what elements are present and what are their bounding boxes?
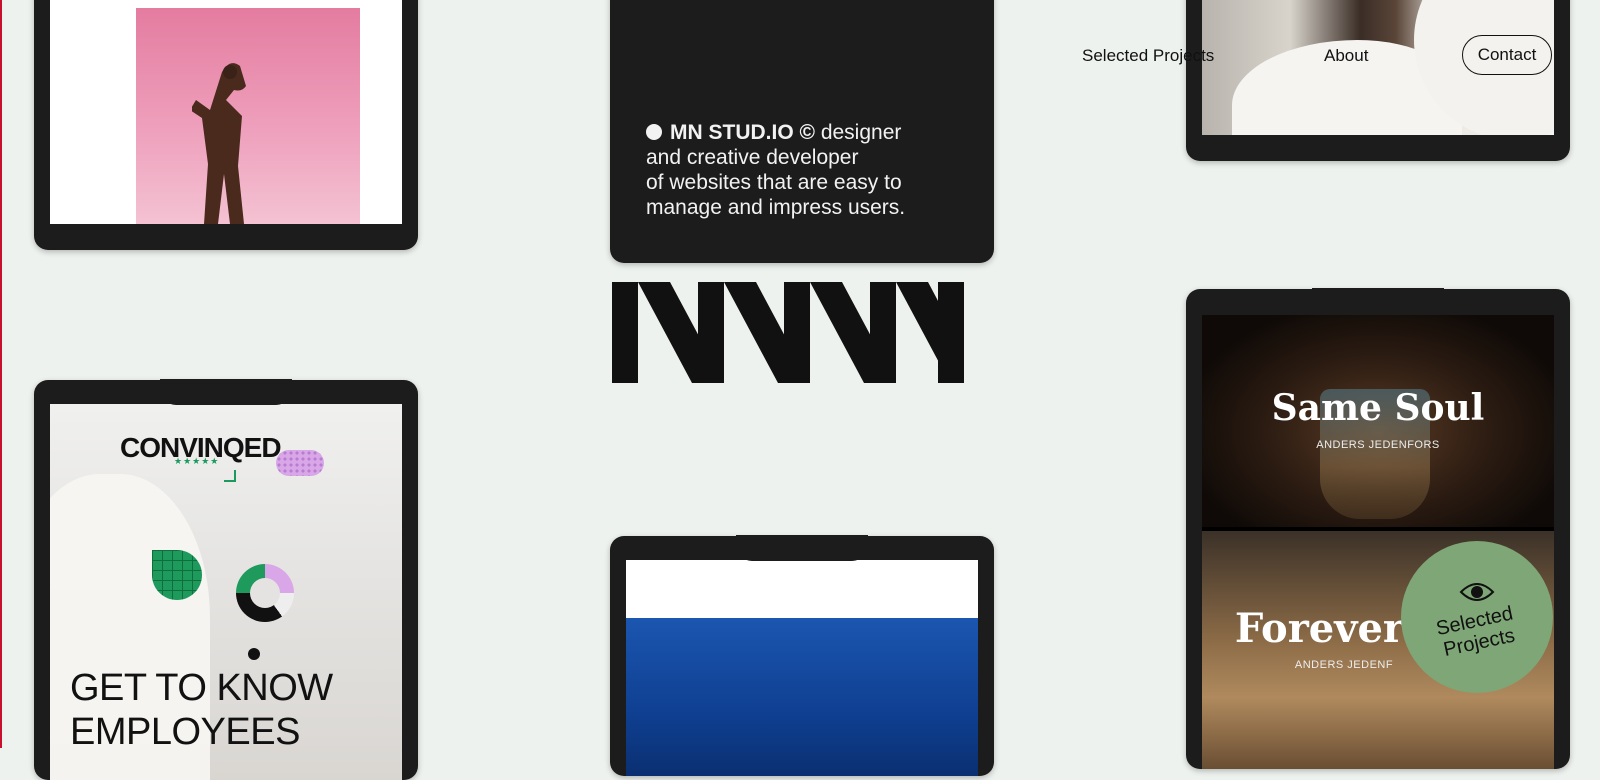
selected-projects-badge[interactable]: Selected Projects (1401, 541, 1553, 693)
nav-about[interactable]: About (1324, 46, 1368, 66)
studio-intro-text: MN STUD.IO © designer and creative devel… (646, 120, 946, 220)
window-edge (0, 0, 2, 748)
project-screen (50, 0, 402, 224)
rating-stars: ★★★★★ (174, 456, 220, 466)
bracket-icon (224, 470, 236, 482)
mn-logo (612, 282, 964, 383)
badge-label: Selected Projects (1434, 602, 1517, 662)
project-card-fashion[interactable] (34, 0, 418, 250)
project-screen: Same Soul ANDERS JEDENFORS Forever y AND… (1202, 315, 1554, 769)
same-soul-subtitle: ANDERS JEDENFORS (1316, 439, 1440, 451)
same-soul-title: Same Soul (1271, 387, 1485, 429)
eye-icon (1459, 583, 1495, 601)
bullet-dot-icon (646, 124, 662, 140)
project-card-blue[interactable] (610, 535, 994, 776)
convinced-heading: GET TO KNOW EMPLOYEES (70, 667, 333, 753)
nav-selected-projects[interactable]: Selected Projects (1082, 46, 1214, 66)
project-card-same-soul[interactable]: Same Soul ANDERS JEDENFORS Forever y AND… (1186, 288, 1570, 769)
project-screen (626, 560, 978, 776)
purple-shape-icon (276, 450, 324, 476)
phone-notch (160, 379, 292, 405)
fashion-photo (136, 8, 360, 224)
dot-icon (248, 648, 260, 660)
phone-notch (736, 535, 868, 561)
contact-button[interactable]: Contact (1462, 35, 1552, 75)
project-card-portrait[interactable] (1186, 0, 1570, 161)
studio-brand: MN STUD.IO © (670, 121, 815, 144)
project-card-convinced[interactable]: CONVINQED ★★★★★ GET TO KNOW EMPLOYEES (34, 379, 418, 780)
model-figure (192, 63, 246, 224)
project-screen: CONVINQED ★★★★★ GET TO KNOW EMPLOYEES (50, 404, 402, 780)
donut-chart-icon (236, 564, 294, 622)
green-leaf-icon (152, 550, 202, 600)
blue-photo (626, 618, 978, 776)
studio-intro-card: MN STUD.IO © designer and creative devel… (610, 0, 994, 263)
phone-notch (1312, 288, 1444, 314)
